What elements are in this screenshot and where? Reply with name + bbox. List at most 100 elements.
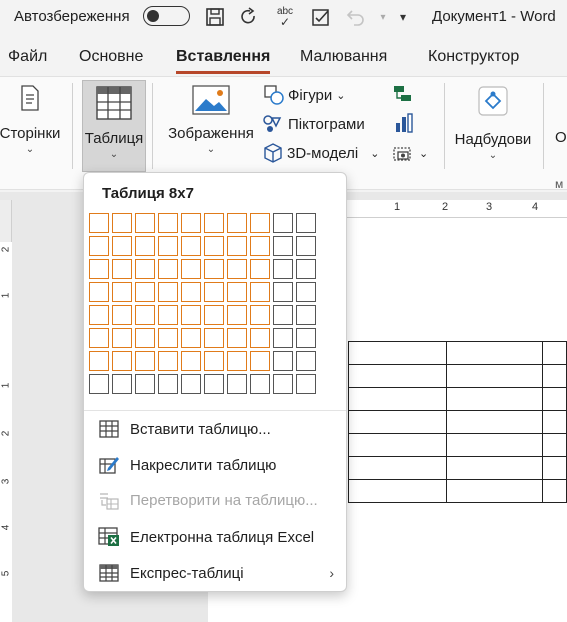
grid-cell[interactable]	[158, 213, 178, 233]
grid-cell[interactable]	[204, 328, 224, 348]
grid-cell[interactable]	[204, 351, 224, 371]
table-cell[interactable]	[348, 341, 447, 365]
grid-cell[interactable]	[204, 282, 224, 302]
pages-button[interactable]: Сторінки ⌄	[0, 85, 64, 155]
shapes-button[interactable]: Фігури ⌄	[264, 85, 345, 105]
table-cell[interactable]	[348, 433, 447, 457]
table-cell[interactable]	[348, 364, 447, 388]
grid-cell[interactable]	[89, 259, 109, 279]
grid-cell[interactable]	[250, 259, 270, 279]
grid-cell[interactable]	[89, 351, 109, 371]
grid-cell[interactable]	[158, 305, 178, 325]
table-cell[interactable]	[445, 456, 544, 480]
grid-cell[interactable]	[135, 213, 155, 233]
table-cell[interactable]	[445, 410, 544, 434]
table-cell[interactable]	[445, 479, 544, 503]
grid-cell[interactable]	[296, 259, 316, 279]
grid-cell[interactable]	[204, 213, 224, 233]
grid-cell[interactable]	[204, 305, 224, 325]
addins-button[interactable]: Надбудови ⌄	[450, 85, 536, 161]
grid-cell[interactable]	[112, 374, 132, 394]
grid-cell[interactable]	[296, 351, 316, 371]
grid-cell[interactable]	[204, 374, 224, 394]
grid-cell[interactable]	[89, 328, 109, 348]
grid-cell[interactable]	[181, 328, 201, 348]
grid-cell[interactable]	[273, 305, 293, 325]
grid-cell[interactable]	[250, 328, 270, 348]
grid-cell[interactable]	[250, 305, 270, 325]
grid-cell[interactable]	[204, 259, 224, 279]
table-cell[interactable]	[542, 410, 567, 434]
grid-cell[interactable]	[273, 374, 293, 394]
save-icon[interactable]	[202, 4, 228, 30]
table-cell[interactable]	[445, 364, 544, 388]
grid-cell[interactable]	[227, 282, 247, 302]
menu-insert-table[interactable]: Вставити таблицю...	[84, 413, 346, 445]
grid-cell[interactable]	[135, 374, 155, 394]
customize-icon[interactable]: ▾	[390, 4, 416, 30]
table-cell[interactable]	[348, 387, 447, 411]
grid-cell[interactable]	[227, 305, 247, 325]
checklist-icon[interactable]	[308, 4, 334, 30]
table-cell[interactable]	[542, 364, 567, 388]
grid-cell[interactable]	[158, 351, 178, 371]
menu-excel-spreadsheet[interactable]: Електронна таблиця Excel	[84, 521, 346, 553]
table-cell[interactable]	[542, 341, 567, 365]
table-cell[interactable]	[542, 387, 567, 411]
table-cell[interactable]	[445, 433, 544, 457]
grid-cell[interactable]	[181, 374, 201, 394]
grid-cell[interactable]	[204, 236, 224, 256]
grid-cell[interactable]	[250, 213, 270, 233]
tab-insert[interactable]: Вставлення	[176, 48, 270, 66]
grid-cell[interactable]	[135, 236, 155, 256]
icons-button[interactable]: Піктограми	[262, 114, 365, 134]
grid-cell[interactable]	[89, 374, 109, 394]
table-cell[interactable]	[542, 433, 567, 457]
grid-cell[interactable]	[273, 328, 293, 348]
grid-cell[interactable]	[250, 374, 270, 394]
grid-cell[interactable]	[181, 351, 201, 371]
grid-cell[interactable]	[112, 351, 132, 371]
grid-cell[interactable]	[89, 305, 109, 325]
grid-cell[interactable]	[273, 259, 293, 279]
table-cell[interactable]	[542, 479, 567, 503]
grid-cell[interactable]	[181, 213, 201, 233]
grid-cell[interactable]	[250, 351, 270, 371]
table-cell[interactable]	[348, 456, 447, 480]
menu-convert-table[interactable]: Перетворити на таблицю...	[84, 484, 346, 516]
table-cell[interactable]	[348, 479, 447, 503]
grid-cell[interactable]	[273, 236, 293, 256]
grid-cell[interactable]	[135, 328, 155, 348]
grid-cell[interactable]	[227, 374, 247, 394]
screenshot-icon[interactable]: ⌄	[393, 143, 428, 163]
grid-cell[interactable]	[112, 305, 132, 325]
images-button[interactable]: Зображення ⌄	[164, 85, 258, 155]
menu-quick-tables[interactable]: Експрес-таблиці ›	[84, 557, 346, 589]
grid-cell[interactable]	[296, 374, 316, 394]
grid-cell[interactable]	[158, 259, 178, 279]
grid-cell[interactable]	[158, 328, 178, 348]
grid-cell[interactable]	[296, 328, 316, 348]
tab-design[interactable]: Конструктор	[428, 48, 519, 66]
spelling-icon[interactable]: abc ✓	[272, 4, 298, 30]
table-button[interactable]: Таблиця ⌄	[82, 80, 146, 172]
grid-cell[interactable]	[158, 282, 178, 302]
3d-models-button[interactable]: 3D-моделі ⌄	[263, 143, 379, 163]
grid-cell[interactable]	[181, 259, 201, 279]
grid-cell[interactable]	[135, 259, 155, 279]
grid-cell[interactable]	[135, 351, 155, 371]
autosave-toggle[interactable]	[143, 6, 190, 26]
grid-cell[interactable]	[181, 236, 201, 256]
table-cell[interactable]	[348, 410, 447, 434]
grid-cell[interactable]	[135, 305, 155, 325]
grid-cell[interactable]	[296, 213, 316, 233]
grid-cell[interactable]	[181, 282, 201, 302]
grid-cell[interactable]	[112, 282, 132, 302]
grid-cell[interactable]	[89, 282, 109, 302]
tab-home[interactable]: Основне	[79, 48, 143, 66]
grid-cell[interactable]	[250, 236, 270, 256]
table-cell[interactable]	[445, 341, 544, 365]
grid-cell[interactable]	[227, 236, 247, 256]
grid-cell[interactable]	[158, 236, 178, 256]
grid-cell[interactable]	[112, 213, 132, 233]
